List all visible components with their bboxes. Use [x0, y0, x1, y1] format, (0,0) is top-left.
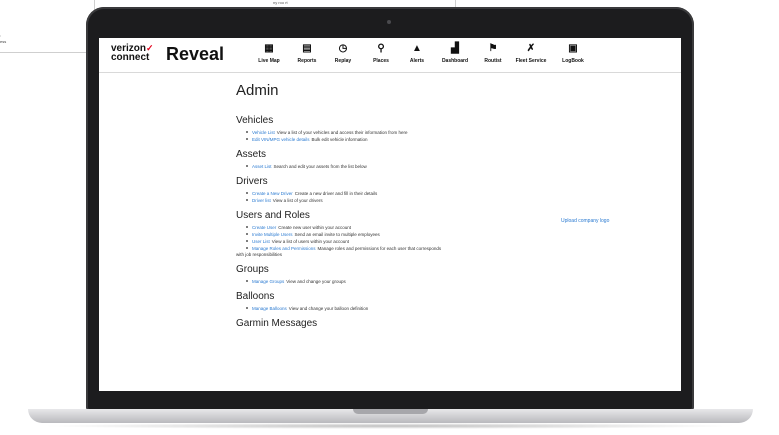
dashboard-icon: ▟ [451, 43, 459, 54]
nav-item-reports[interactable]: ▤ Reports [287, 43, 327, 64]
section-title-vehicles: Vehicles [236, 115, 274, 126]
background-text: : [0, 33, 2, 38]
places-icon: ⚲ [377, 43, 385, 54]
brand-logo[interactable]: verizon✓ connect [111, 44, 154, 63]
list-item: Manage Balloons View and change your ball… [246, 306, 656, 311]
wrench-icon: ✗ [526, 43, 536, 54]
list-item: Manage Groups View and change your groups [246, 279, 656, 284]
users-list: Create User Create new user within your a… [236, 225, 656, 251]
nav-label: Reports [297, 58, 317, 64]
nav-label: Dashboard [441, 58, 469, 64]
nav-label: Routist [484, 58, 502, 64]
admin-content: Admin Vehicles Vehicle List View a list o… [236, 82, 656, 333]
list-item: Create a New Driver Create a new driver a… [246, 191, 656, 196]
list-item: User List View a list of users within you… [246, 239, 656, 244]
vehicle-list-link[interactable]: Vehicle List [252, 130, 275, 135]
item-description-continuation: with job responsibilities [236, 252, 283, 257]
item-description: Manage roles and permissions for each us… [317, 246, 442, 251]
list-item: Manage Roles and Permissions Manage roles… [246, 246, 656, 251]
replay-icon: ◷ [338, 43, 348, 54]
background-text: ess [0, 39, 7, 44]
manage-roles-link[interactable]: Manage Roles and Permissions [252, 246, 316, 251]
assets-list: Asset List Search and edit your assets fr… [236, 164, 656, 169]
item-description: View a list of your vehicles and access … [276, 130, 408, 135]
nav-item-logbook[interactable]: ▣ LogBook [553, 43, 593, 64]
page-title: Admin [236, 82, 279, 99]
document-icon: ▤ [302, 43, 312, 54]
nav-item-places[interactable]: ⚲ Places [361, 43, 401, 64]
item-description: Create new user within your account [278, 225, 352, 230]
camera-icon [387, 20, 391, 24]
nav-item-alerts[interactable]: ▲ Alerts [397, 43, 437, 64]
laptop-lid: verizon✓ connect Reveal ▦ Live Map ▤ Rep… [86, 7, 694, 411]
item-description: View and change your groups [286, 279, 346, 284]
background-card: : ess [0, 0, 95, 53]
item-description: View and change your balloon definition [288, 306, 369, 311]
create-driver-link[interactable]: Create a New Driver [252, 191, 293, 196]
section-title-balloons: Balloons [236, 291, 275, 302]
nav-item-dashboard[interactable]: ▟ Dashboard [435, 43, 475, 64]
nav-item-routist[interactable]: ⚑ Routist [473, 43, 513, 64]
nav-item-replay[interactable]: ◷ Replay [323, 43, 363, 64]
driver-list-link[interactable]: Driver list [252, 198, 271, 203]
vehicles-list: Vehicle List View a list of your vehicles… [236, 130, 656, 142]
section-title-assets: Assets [236, 149, 267, 160]
brand-name-bottom: connect [111, 52, 150, 63]
list-item: Vehicle List View a list of your vehicles… [246, 130, 656, 135]
nav-label: Alerts [409, 58, 425, 64]
laptop-base [28, 409, 753, 423]
edit-vin-mpg-link[interactable]: Edit VIN/MPG vehicle details [252, 137, 310, 142]
item-description: Search and edit your assets from the lis… [273, 164, 367, 169]
logbook-icon: ▣ [568, 43, 578, 54]
laptop-notch [353, 409, 428, 414]
app-header: verizon✓ connect Reveal ▦ Live Map ▤ Rep… [99, 38, 681, 73]
nav-label: Replay [334, 58, 352, 64]
asset-list-link[interactable]: Asset List [252, 164, 272, 169]
list-item: Invite Multiple Users Send an email invit… [246, 232, 656, 237]
balloons-list: Manage Balloons View and change your ball… [236, 306, 656, 311]
create-user-link[interactable]: Create User [252, 225, 276, 230]
laptop-shadow [40, 423, 740, 429]
section-title-garmin: Garmin Messages [236, 318, 318, 329]
invite-users-link[interactable]: Invite Multiple Users [252, 232, 293, 237]
nav-label: Live Map [258, 58, 280, 64]
section-title-drivers: Drivers [236, 176, 268, 187]
list-item: Create User Create new user within your a… [246, 225, 656, 230]
nav-label: Fleet Service [515, 58, 547, 64]
list-item: Asset List Search and edit your assets fr… [246, 164, 656, 169]
manage-balloons-link[interactable]: Manage Balloons [252, 306, 287, 311]
manage-groups-link[interactable]: Manage Groups [252, 279, 284, 284]
laptop-screen: verizon✓ connect Reveal ▦ Live Map ▤ Rep… [99, 38, 681, 391]
item-description: View a list of your drivers [272, 198, 323, 203]
upload-logo-link[interactable]: Upload company logo [561, 218, 609, 224]
drivers-list: Create a New Driver Create a new driver a… [236, 191, 656, 203]
map-icon: ▦ [264, 43, 274, 54]
item-description: Bulk edit vehicle information [311, 137, 368, 142]
section-title-groups: Groups [236, 264, 269, 275]
user-list-link[interactable]: User List [252, 239, 270, 244]
item-description: Send an email invite to multiple employe… [294, 232, 380, 237]
app-name[interactable]: Reveal [166, 44, 224, 65]
route-icon: ⚑ [488, 43, 498, 54]
nav-item-live-map[interactable]: ▦ Live Map [249, 43, 289, 64]
groups-list: Manage Groups View and change your groups [236, 279, 656, 284]
list-item: Edit VIN/MPG vehicle details Bulk edit ve… [246, 137, 656, 142]
list-item: Driver list View a list of your drivers [246, 198, 656, 203]
nav-item-fleet-service[interactable]: ✗ Fleet Service [511, 43, 551, 64]
item-description: Create a new driver and fill in their de… [294, 191, 378, 196]
nav-label: Places [373, 58, 389, 64]
alert-icon: ▲ [412, 43, 422, 54]
nav-label: LogBook [562, 58, 584, 64]
item-description: View a list of users within your account [271, 239, 349, 244]
background-text: ny roo rt [273, 0, 288, 5]
